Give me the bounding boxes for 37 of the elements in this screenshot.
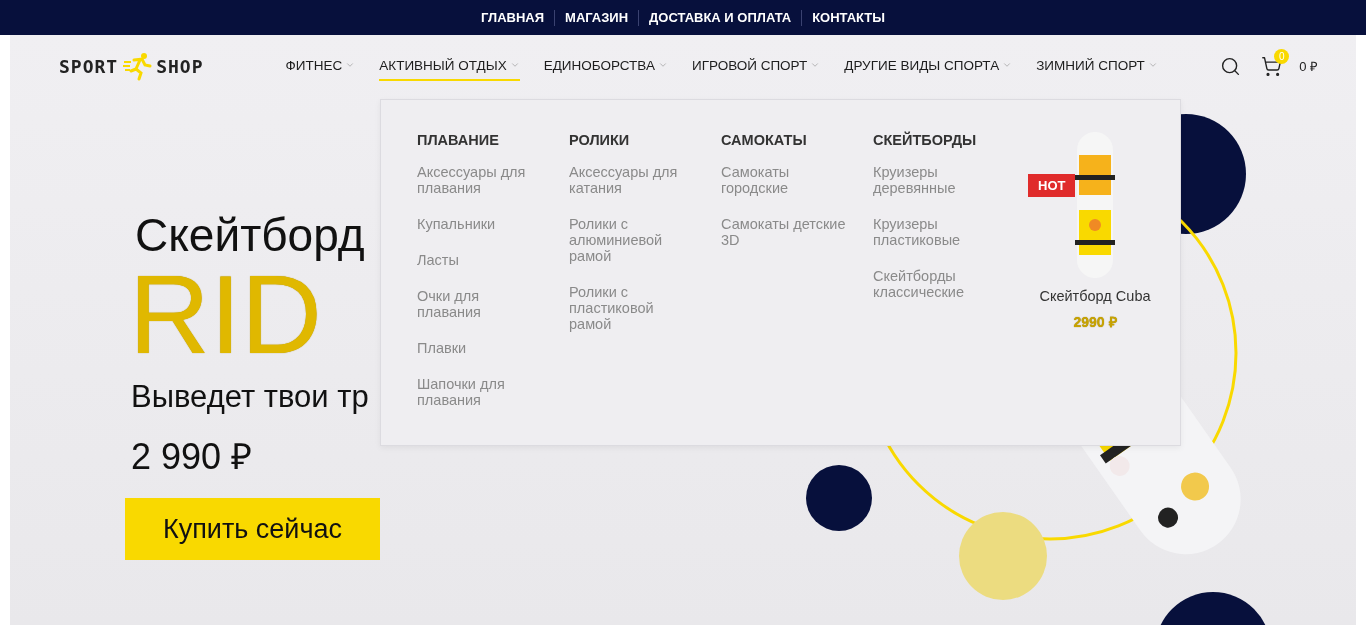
cart-total: 0 ₽ bbox=[1299, 58, 1318, 75]
top-nav-link[interactable]: КОНТАКТЫ bbox=[801, 9, 896, 26]
menu-link[interactable]: Купальники bbox=[417, 216, 545, 232]
nav-menu-item[interactable]: ИГРОВОЙ СПОРТ bbox=[691, 51, 821, 81]
menu-link[interactable]: Ласты bbox=[417, 252, 545, 268]
chevron-down-icon bbox=[345, 60, 356, 70]
menu-link[interactable]: Ролики с алюминиевой рамой bbox=[569, 216, 697, 264]
chevron-down-icon bbox=[810, 60, 821, 70]
menu-link[interactable]: Аксессуары для плавания bbox=[417, 164, 545, 196]
menu-column-title: РОЛИКИ bbox=[569, 132, 631, 148]
top-nav-link[interactable]: ГЛАВНАЯ bbox=[470, 9, 555, 26]
cart-count: 0 bbox=[1274, 48, 1290, 64]
menu-link[interactable]: Очки для плавания bbox=[417, 288, 545, 320]
logo[interactable]: SPORT SHOP bbox=[59, 51, 204, 81]
hero-subtitle: Выведет твои тр bbox=[131, 379, 370, 415]
buy-now-button[interactable]: Купить сейчас bbox=[125, 498, 380, 560]
menu-link[interactable]: Плавки bbox=[417, 340, 545, 356]
chevron-down-icon bbox=[509, 60, 520, 70]
hero-headline: RID bbox=[129, 263, 322, 367]
menu-link[interactable]: Шапочки для плавания bbox=[417, 376, 545, 408]
chevron-down-icon bbox=[657, 60, 668, 70]
top-nav-link[interactable]: МАГАЗИН bbox=[554, 9, 639, 26]
nav-menu-item[interactable]: ЗИМНИЙ СПОРТ bbox=[1036, 51, 1158, 81]
search-icon[interactable] bbox=[1220, 55, 1242, 77]
nav-menu-item[interactable]: ЕДИНОБОРСТВА bbox=[543, 51, 668, 81]
runner-icon bbox=[122, 51, 153, 81]
nav-menu-item[interactable]: АКТИВНЫЙ ОТДЫХ bbox=[379, 51, 520, 81]
hero-title: Скейтборд bbox=[135, 208, 366, 263]
nav-menu-item[interactable]: ДРУГИЕ ВИДЫ СПОРТА bbox=[844, 51, 1013, 81]
chevron-down-icon bbox=[1002, 60, 1013, 70]
menu-link[interactable]: Аксессуары для катания bbox=[569, 164, 697, 196]
menu-link[interactable]: Ролики с пластиковой рамой bbox=[569, 284, 697, 332]
top-nav-link[interactable]: ДОСТАВКА И ОПЛАТА bbox=[638, 9, 802, 26]
chevron-down-icon bbox=[1147, 60, 1158, 70]
menu-column-title: ПЛАВАНИЕ bbox=[417, 132, 500, 148]
nav-menu-item[interactable]: ФИТНЕС bbox=[285, 51, 356, 81]
hero-price: 2 990 ₽ bbox=[131, 435, 254, 479]
